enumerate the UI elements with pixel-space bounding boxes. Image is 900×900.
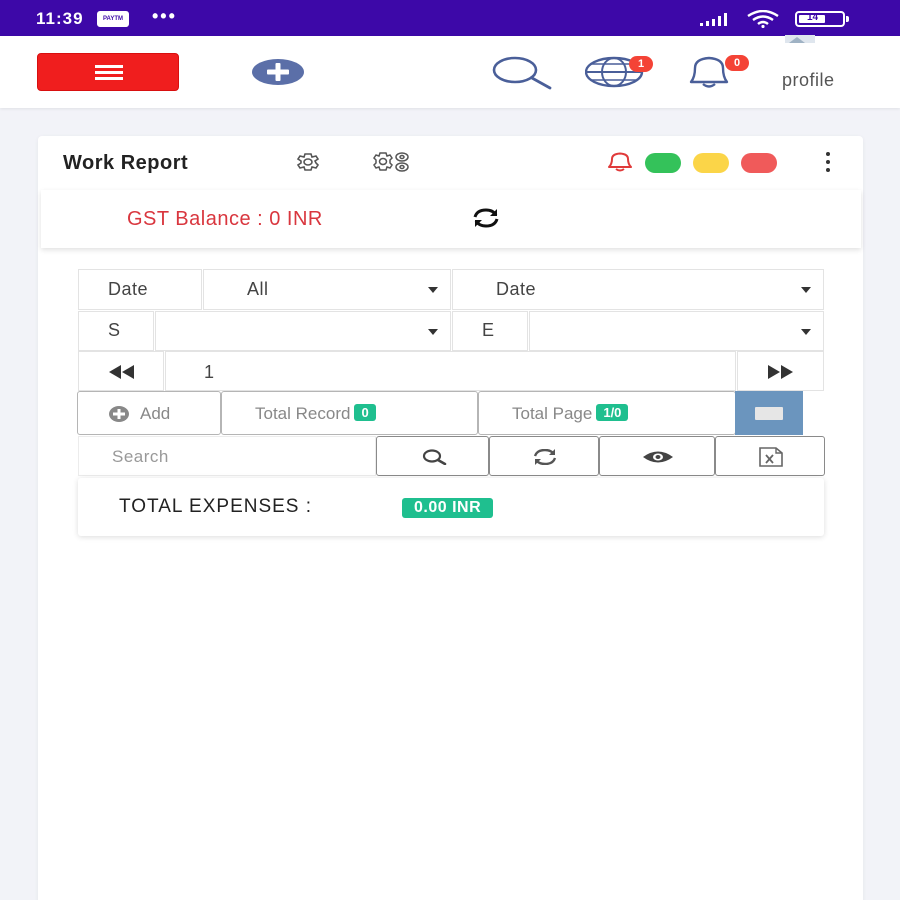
- start-select[interactable]: [155, 311, 451, 351]
- add-label: Add: [140, 404, 171, 423]
- first-page-icon: [109, 365, 134, 379]
- status-dot-red[interactable]: [741, 153, 777, 173]
- chevron-down-icon: [801, 329, 811, 335]
- date-filter-value: All: [247, 279, 269, 299]
- last-page-button[interactable]: [737, 351, 824, 391]
- view-toggle-button[interactable]: [735, 391, 803, 435]
- status-dot-yellow[interactable]: [693, 153, 729, 173]
- reset-button[interactable]: [489, 436, 599, 476]
- search-placeholder: Search: [112, 447, 169, 466]
- refresh-icon: [533, 449, 557, 465]
- total-page-label: Total Page: [512, 404, 593, 423]
- search-icon[interactable]: [491, 56, 553, 90]
- view-button[interactable]: [599, 436, 715, 476]
- end-select[interactable]: [529, 311, 824, 351]
- globe-button[interactable]: 1: [585, 56, 663, 90]
- eye-icon: [643, 451, 673, 463]
- total-record-button[interactable]: Total Record 0: [221, 391, 478, 435]
- app-header: 1 0 profile: [0, 35, 900, 108]
- settings-gears-icon[interactable]: [371, 151, 413, 173]
- paytm-badge-icon: PAYTM: [97, 11, 129, 27]
- panel-icon: [755, 407, 783, 420]
- total-expenses-box: TOTAL EXPENSES : 0.00 INR: [78, 478, 824, 536]
- start-label-cell: S: [78, 311, 154, 351]
- alert-bell-icon[interactable]: [604, 152, 636, 172]
- status-dot-green[interactable]: [645, 153, 681, 173]
- date-type-select[interactable]: Date: [452, 269, 824, 310]
- date-filter-select[interactable]: All: [203, 269, 451, 310]
- chevron-down-icon: [428, 287, 438, 293]
- plus-circle-icon: [109, 406, 129, 422]
- total-page-count: 1/0: [596, 404, 629, 421]
- search-icon: [422, 449, 447, 465]
- add-circle-icon[interactable]: [252, 58, 304, 86]
- chevron-down-icon: [801, 287, 811, 293]
- add-button[interactable]: Add: [77, 391, 221, 435]
- wifi-icon: [747, 10, 779, 28]
- page-number-input[interactable]: 1: [165, 351, 736, 391]
- start-label: S: [108, 320, 121, 340]
- battery-icon: 14: [795, 11, 849, 27]
- bell-count-badge: 0: [725, 55, 749, 71]
- search-button[interactable]: [376, 436, 489, 476]
- more-vert-icon[interactable]: [824, 152, 832, 174]
- refresh-icon[interactable]: [471, 208, 501, 228]
- profile-link[interactable]: profile: [782, 70, 835, 91]
- status-time: 11:39: [36, 9, 84, 28]
- excel-export-icon: [759, 447, 783, 467]
- search-input[interactable]: Search: [78, 436, 376, 476]
- total-expenses-value: 0.00 INR: [402, 498, 494, 518]
- chevron-down-icon: [428, 329, 438, 335]
- profile-image-icon: [785, 35, 815, 43]
- menu-button[interactable]: [37, 53, 179, 91]
- total-record-label: Total Record: [255, 404, 351, 423]
- total-page-button[interactable]: Total Page 1/0: [478, 391, 736, 435]
- gst-balance-bar: GST Balance : 0 INR: [41, 190, 861, 248]
- end-label: E: [482, 320, 495, 340]
- page-number: 1: [204, 362, 215, 382]
- notifications-button[interactable]: 0: [681, 55, 759, 91]
- signal-icon: [700, 13, 727, 26]
- date-label-cell: Date: [78, 269, 202, 310]
- last-page-icon: [768, 365, 793, 379]
- export-excel-button[interactable]: [715, 436, 825, 476]
- end-label-cell: E: [452, 311, 528, 351]
- page-title: Work Report: [63, 152, 189, 174]
- status-bar: 11:39 PAYTM ••• 14: [0, 0, 900, 36]
- first-page-button[interactable]: [78, 351, 164, 391]
- globe-count-badge: 1: [629, 56, 653, 72]
- status-more-dots: •••: [152, 6, 177, 26]
- date-type-value: Date: [496, 279, 537, 299]
- total-record-count: 0: [354, 404, 376, 421]
- total-expenses-label: TOTAL EXPENSES :: [119, 496, 313, 517]
- settings-gear-icon[interactable]: [292, 152, 324, 172]
- date-label: Date: [108, 279, 149, 299]
- battery-level: 14: [807, 12, 819, 23]
- gst-balance-text: GST Balance : 0 INR: [127, 208, 323, 230]
